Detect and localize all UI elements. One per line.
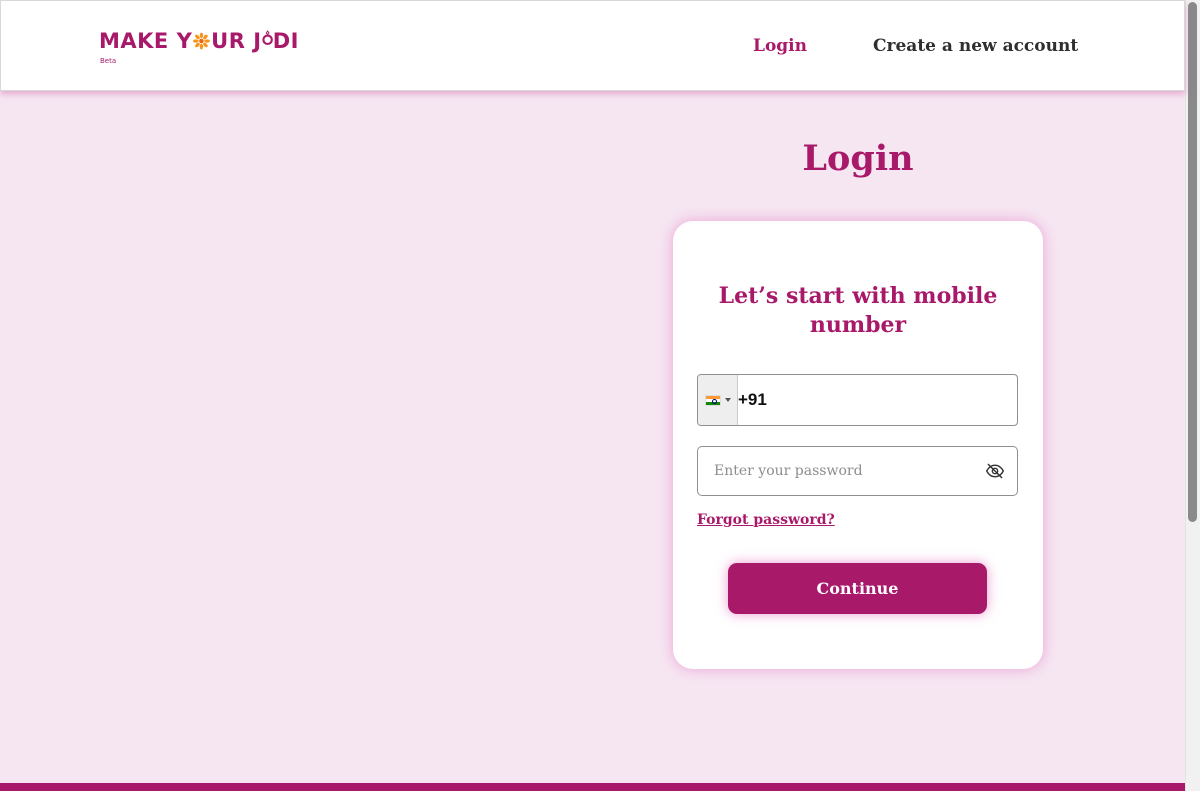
caret-down-icon — [724, 398, 731, 402]
eye-off-icon[interactable] — [985, 461, 1005, 481]
phone-number-input[interactable] — [738, 376, 1017, 424]
nav-create-account-link[interactable]: Create a new account — [873, 36, 1078, 56]
footer-bar — [0, 783, 1185, 791]
nav-login-link[interactable]: Login — [753, 36, 807, 56]
page-title: Login — [802, 138, 914, 179]
login-card: Let’s start with mobile number Forgot pa… — [673, 221, 1043, 669]
logo-wordmark: MAKE Y UR J DI — [99, 29, 299, 53]
password-input[interactable] — [714, 447, 974, 495]
logo-text-part-3: DI — [272, 29, 299, 53]
ring-o-icon — [261, 30, 273, 46]
phone-field — [697, 374, 1018, 426]
logo-text-part-2: UR J — [211, 29, 262, 53]
forgot-password-link[interactable]: Forgot password? — [697, 512, 835, 528]
site-header: MAKE Y UR J DI Beta Login Create a new a… — [0, 0, 1185, 91]
card-heading: Let’s start with mobile number — [718, 283, 998, 338]
beta-label: Beta — [100, 57, 117, 65]
india-flag-icon — [704, 394, 721, 406]
marigold-flower-icon — [193, 32, 211, 50]
continue-button[interactable]: Continue — [728, 563, 987, 614]
password-field — [697, 446, 1018, 496]
scrollbar-thumb[interactable] — [1188, 2, 1197, 522]
country-code-selector[interactable] — [698, 375, 738, 425]
logo[interactable]: MAKE Y UR J DI Beta — [99, 29, 299, 69]
logo-text-part-1: MAKE Y — [99, 29, 193, 53]
